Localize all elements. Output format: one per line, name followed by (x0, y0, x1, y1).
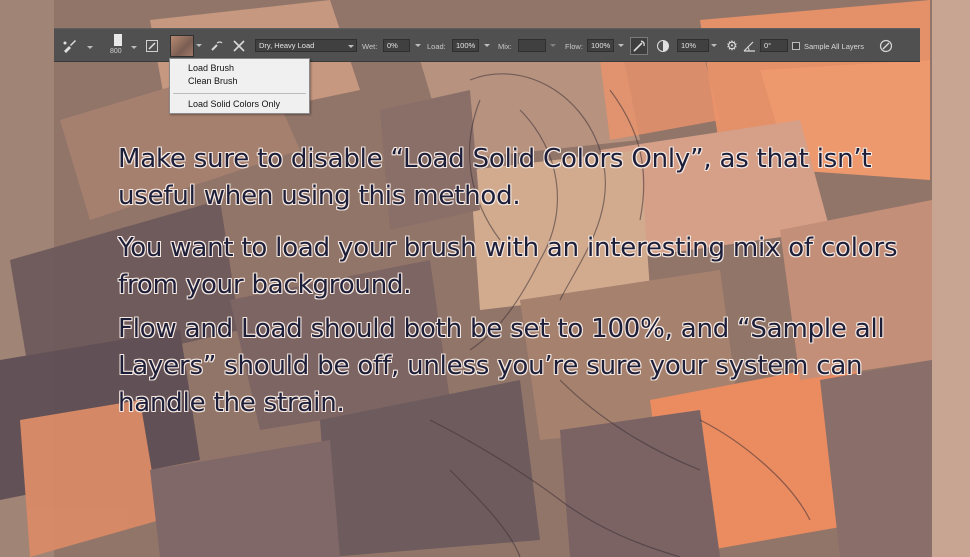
load-label: Load: (427, 42, 446, 51)
load-swatch-caret-icon[interactable] (196, 44, 202, 47)
clean-after-stroke-icon[interactable] (232, 39, 246, 53)
mix-input[interactable] (518, 39, 546, 52)
brush-tip-icon[interactable] (114, 34, 122, 46)
tool-preset-caret-icon[interactable] (87, 46, 93, 49)
airbrush-icon[interactable] (630, 37, 648, 55)
brush-picker-caret-icon[interactable] (131, 46, 137, 49)
wet-slider-caret-icon[interactable] (415, 44, 421, 47)
flow-label: Flow: (565, 42, 583, 51)
current-brush-load-swatch[interactable] (170, 35, 194, 57)
flow-slider-caret-icon[interactable] (618, 44, 624, 47)
menu-item-clean-brush[interactable]: Clean Brush (188, 75, 238, 87)
mix-label: Mix: (498, 42, 512, 51)
menu-item-load-solid-colors-only[interactable]: Load Solid Colors Only (188, 98, 280, 110)
instruction-paragraph-3: Flow and Load should both be set to 100%… (118, 314, 885, 418)
load-input[interactable]: 100% (452, 39, 479, 52)
load-slider-caret-icon[interactable] (484, 44, 490, 47)
angle-icon (743, 40, 756, 52)
wet-label: Wet: (362, 42, 378, 51)
flow-value: 100% (591, 41, 611, 50)
smoothing-value: 10% (681, 41, 697, 50)
gear-icon[interactable]: ⚙ (725, 39, 739, 53)
brush-settings-panel-icon[interactable] (146, 40, 158, 52)
brush-combination-value: Dry, Heavy Load (259, 41, 315, 50)
menu-item-load-brush[interactable]: Load Brush (188, 62, 234, 74)
brush-size-label: 800 (110, 48, 122, 55)
sample-all-layers-checkbox[interactable] (792, 42, 800, 50)
load-after-stroke-icon[interactable] (210, 39, 224, 53)
sample-all-layers-label[interactable]: Sample All Layers (804, 42, 864, 51)
angle-value: 0° (764, 41, 772, 50)
smoothing-input[interactable]: 10% (677, 39, 709, 52)
instruction-paragraph-2: You want to load your brush with an inte… (118, 233, 898, 300)
brush-combination-select[interactable]: Dry, Heavy Load (255, 39, 357, 52)
mix-slider-caret-icon[interactable] (550, 44, 556, 47)
smoothing-icon (657, 40, 669, 52)
wet-input[interactable]: 0% (383, 39, 410, 52)
angle-input[interactable]: 0° (760, 39, 788, 52)
flow-input[interactable]: 100% (587, 39, 614, 52)
pressure-size-icon[interactable] (879, 39, 893, 53)
menu-separator (173, 93, 306, 94)
smoothing-caret-icon[interactable] (711, 44, 717, 47)
instruction-paragraph-1: Make sure to disable “Load Solid Colors … (118, 144, 872, 211)
load-swatch-menu: Load Brush Clean Brush Load Solid Colors… (169, 58, 310, 114)
mixer-brush-icon[interactable] (62, 38, 78, 54)
load-value: 100% (456, 41, 476, 50)
brush-combination-caret-icon (348, 45, 354, 48)
brush-options-bar: 800 Dry, Heavy Load Wet: 0% Load: 100% M… (54, 28, 920, 62)
wet-value: 0% (387, 41, 398, 50)
